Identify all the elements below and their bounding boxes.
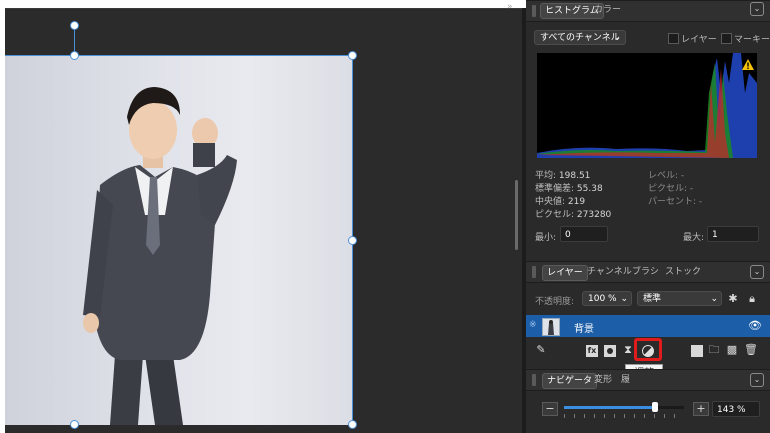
person-photo [83,87,237,425]
layer-row-background[interactable]: ※ 背景 👁︎ [526,315,770,337]
stat-stddev: 標準偏差: 55.38 [535,184,603,194]
tab-transform[interactable]: 変形 [594,373,612,387]
pattern-icon[interactable]: ▩ [726,344,738,356]
zoom-in-button[interactable]: + [693,402,709,416]
canvas-scrollbar[interactable] [515,180,518,250]
mask-dot [607,348,613,354]
fx-icon[interactable]: fx [586,345,598,357]
layer-checkbox-label: レイヤー [681,35,717,45]
histogram-curves [537,53,757,158]
tab-navigator[interactable]: ナビゲータ [542,373,598,389]
zoom-slider-knob[interactable] [652,402,659,412]
zoom-out-button[interactable]: − [542,402,558,416]
top-right-handle[interactable] [348,51,357,60]
max-label: 最大: [683,233,705,243]
mask-icon[interactable] [604,345,616,357]
edit-icon[interactable]: ✎ [535,344,547,356]
layer-link-icon: ※ [529,320,537,330]
min-label: 最小: [535,233,557,243]
marquee-checkbox-label: マーキー [734,35,770,45]
chevron-down-icon[interactable]: ⌄ [750,265,764,279]
channel-dropdown-value: すべてのチャンネル [540,33,620,43]
group-icon[interactable] [691,345,703,357]
eye-icon[interactable]: 👁︎ [748,319,762,332]
app-window: » ヒストグラム カラー ⌄ すべてのチャンネル ⌄ レイヤー マーキー 平均:… [0,0,770,433]
bottom-right-handle[interactable] [348,420,357,429]
stat-pixels: ピクセル: 273280 [535,210,612,220]
zoom-slider[interactable] [564,402,684,412]
stat-median: 中央値: 219 [535,197,586,207]
stat-percent: パーセント: - [648,197,703,207]
selection-top-edge [5,55,352,56]
layer-name: 背景 [574,324,594,335]
chevron-down-icon[interactable]: ⌄ [750,2,764,16]
zoom-input[interactable]: 143 % [712,401,760,417]
top-center-handle[interactable] [70,51,79,60]
panel-grip-icon[interactable] [532,374,536,386]
gear-icon[interactable]: ✱ [727,293,739,305]
tab-history[interactable]: 履 [621,373,630,387]
opacity-dropdown[interactable]: 100 % ⌄ [582,291,632,306]
canvas-top-edge [5,8,522,9]
zoom-slider-fill [564,406,656,409]
folder-icon[interactable]: 🗀 [708,344,720,356]
panel-grip-icon[interactable] [532,266,536,278]
histogram-graph [537,53,757,158]
marquee-checkbox[interactable] [721,33,732,44]
blend-mode-dropdown[interactable]: 標準 ⌄ [637,291,722,306]
chevron-down-icon: ⌄ [710,294,718,304]
right-panel: ヒストグラム カラー ⌄ すべてのチャンネル ⌄ レイヤー マーキー 平均: 1… [526,0,770,433]
lock-icon[interactable]: 🔒︎ [746,293,758,305]
histogram-panel-header: ヒストグラム カラー ⌄ [526,0,770,22]
photo-layer-image[interactable] [5,55,352,425]
layer-thumbnail-figure [548,320,554,335]
layer-thumbnail [542,318,560,336]
chevron-down-icon[interactable]: ⌄ [750,373,764,387]
blend-mode-value: 標準 [643,294,662,304]
hourglass-icon[interactable]: ⧗ [622,344,634,356]
min-input[interactable]: 0 [560,226,608,242]
opacity-label: 不透明度: [535,297,575,307]
adjustment-highlight-box [634,338,662,361]
tab-layers[interactable]: レイヤー [542,265,588,281]
tab-color[interactable]: カラー [594,3,621,17]
opacity-value: 100 % [588,294,617,304]
stat-mean: 平均: 198.51 [535,171,591,181]
trash-icon[interactable]: 🗑︎ [744,344,758,356]
zoom-ticks [564,414,684,418]
tab-channels[interactable]: チャンネル [587,265,632,279]
layers-panel-header: レイヤー チャンネル ブラシ ストック ⌄ [526,261,770,283]
collapse-arrows-icon[interactable]: » [507,2,513,12]
tab-stock[interactable]: ストック [665,265,701,279]
max-input[interactable]: 1 [707,226,759,242]
tab-brushes[interactable]: ブラシ [632,265,659,279]
chevron-down-icon: ⌄ [613,33,621,43]
panel-grip-icon[interactable] [532,5,536,17]
stat-level: レベル: - [648,171,685,181]
layer-checkbox[interactable] [668,33,679,44]
chevron-down-icon: ⌄ [620,294,628,304]
rotation-handle[interactable] [70,21,79,30]
navigator-panel-header: ナビゲータ 変形 履 ⌄ [526,369,770,391]
warning-icon [742,59,754,70]
bottom-center-handle[interactable] [70,420,79,429]
stat-pixel-selection: ピクセル: - [648,184,694,194]
right-center-handle[interactable] [348,236,357,245]
channel-dropdown[interactable]: すべてのチャンネル ⌄ [534,30,626,45]
